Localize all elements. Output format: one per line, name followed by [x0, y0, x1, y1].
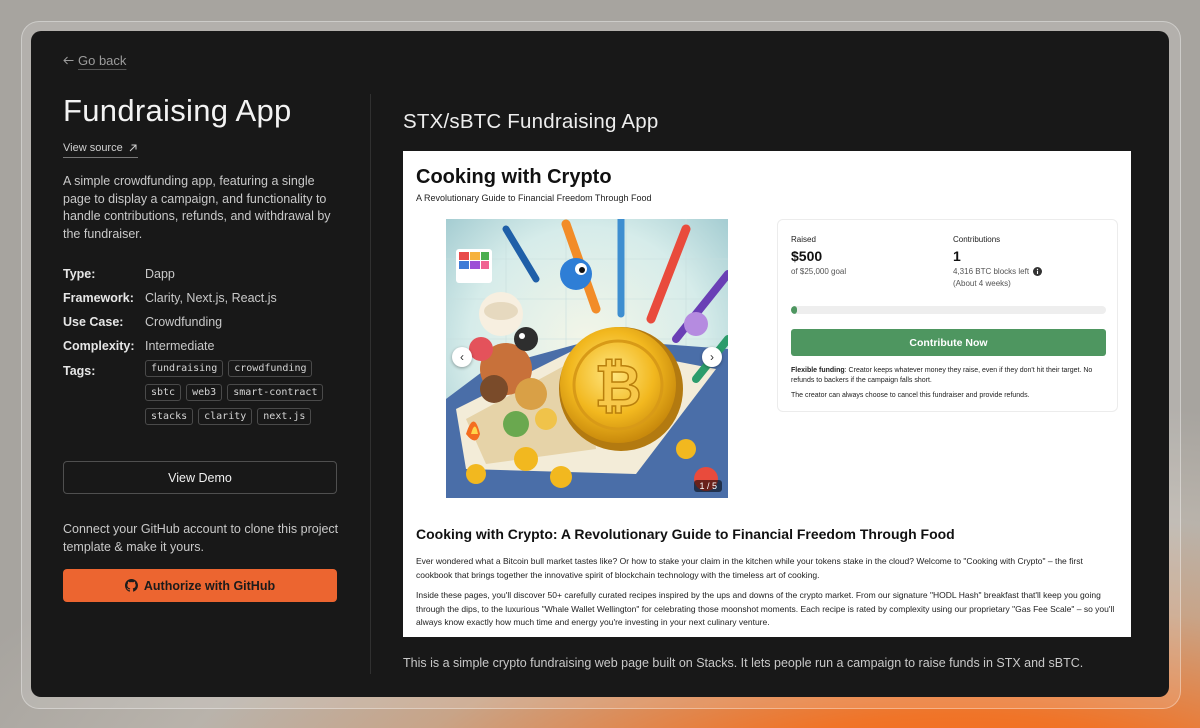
- view-source-label: View source: [63, 142, 123, 154]
- meta-key: Use Case:: [63, 315, 124, 329]
- contributions-label: Contributions: [953, 235, 1001, 244]
- article-paragraph: Inside these pages, you'll discover 50+ …: [416, 590, 1115, 627]
- time-left-text: (About 4 weeks): [953, 279, 1011, 288]
- contribute-now-button[interactable]: Contribute Now: [791, 329, 1106, 356]
- meta-value: Clarity, Next.js, React.js: [145, 291, 277, 305]
- raised-label: Raised: [791, 235, 816, 244]
- campaign-subtitle: A Revolutionary Guide to Financial Freed…: [416, 193, 652, 203]
- contributions-value: 1: [953, 248, 961, 264]
- meta-row-complexity: Complexity: Intermediate: [63, 334, 353, 358]
- carousel-next-button[interactable]: ›: [702, 347, 722, 367]
- info-icon[interactable]: [1033, 267, 1043, 276]
- project-meta: Type: Dapp Framework: Clarity, Next.js, …: [63, 262, 353, 425]
- tag: sbtc: [145, 384, 182, 401]
- tag: next.js: [257, 408, 312, 425]
- view-demo-button[interactable]: View Demo: [63, 461, 337, 494]
- go-back-label: Go back: [78, 53, 127, 68]
- funding-card: Raised $500 of $25,000 goal Contribution…: [777, 219, 1118, 412]
- column-divider: [370, 94, 371, 674]
- cancel-note: The creator can always choose to cancel …: [791, 392, 1030, 399]
- go-back-link[interactable]: Go back: [63, 53, 126, 68]
- preview-heading: STX/sBTC Fundraising App: [403, 110, 659, 133]
- carousel-prev-button[interactable]: ‹: [452, 347, 472, 367]
- tag-list: fundraising crowdfunding sbtc web3 smart…: [145, 360, 345, 425]
- raised-value: $500: [791, 248, 823, 264]
- tag: stacks: [145, 408, 194, 425]
- app-window: Go back Fundraising App View source A si…: [31, 31, 1169, 697]
- meta-value: Crowdfunding: [145, 315, 223, 329]
- meta-row-framework: Framework: Clarity, Next.js, React.js: [63, 286, 353, 310]
- flexible-funding-label: Flexible funding: [791, 367, 845, 374]
- chevron-left-icon: ‹: [460, 350, 464, 364]
- external-link-icon: [129, 144, 137, 152]
- flexible-funding-note: Flexible funding: Creator keeps whatever…: [791, 366, 1106, 386]
- view-source-link[interactable]: View source: [63, 142, 138, 158]
- campaign-image-carousel: ₿ ‹ › 1 / 5: [446, 219, 728, 498]
- project-description: A simple crowdfunding app, featuring a s…: [63, 174, 331, 241]
- tag: smart-contract: [227, 384, 324, 401]
- meta-value: Intermediate: [145, 339, 215, 353]
- goal-text: of $25,000 goal: [791, 267, 847, 276]
- connect-github-text: Connect your GitHub account to clone thi…: [63, 522, 339, 554]
- svg-text:₿: ₿: [594, 352, 641, 420]
- tag: crowdfunding: [228, 360, 313, 377]
- chevron-right-icon: ›: [710, 350, 714, 364]
- github-icon: [124, 579, 138, 592]
- tag: web3: [186, 384, 223, 401]
- meta-key: Complexity:: [63, 339, 135, 353]
- meta-row-tags: Tags: fundraising crowdfunding sbtc web3…: [63, 360, 353, 425]
- meta-key: Framework:: [63, 291, 134, 305]
- progress-fill: [791, 306, 798, 314]
- blocks-left-text: 4,316 BTC blocks left: [953, 267, 1030, 276]
- funding-progress-bar: [791, 306, 1106, 314]
- blocks-left-row: 4,316 BTC blocks left: [953, 267, 1043, 276]
- meta-row-use-case: Use Case: Crowdfunding: [63, 310, 353, 334]
- authorize-github-button[interactable]: Authorize with GitHub: [63, 569, 337, 602]
- page-title: Fundraising App: [63, 93, 292, 128]
- campaign-cover-image: ₿: [446, 219, 728, 498]
- meta-key: Tags:: [63, 364, 96, 378]
- preview-caption: This is a simple crypto fundraising web …: [403, 656, 1084, 670]
- meta-value: Dapp: [145, 267, 175, 281]
- carousel-indicator: 1 / 5: [694, 480, 722, 492]
- meta-key: Type:: [63, 267, 96, 281]
- authorize-label: Authorize with GitHub: [143, 578, 276, 593]
- tag: clarity: [198, 408, 253, 425]
- article-paragraph: Ever wondered what a Bitcoin bull market…: [416, 556, 1083, 580]
- campaign-title: Cooking with Crypto: [416, 166, 612, 188]
- app-preview-frame: Cooking with Crypto A Revolutionary Guid…: [403, 151, 1131, 637]
- article-title: Cooking with Crypto: A Revolutionary Gui…: [416, 526, 955, 542]
- arrow-left-icon: [63, 56, 74, 65]
- tag: fundraising: [145, 360, 224, 377]
- meta-row-type: Type: Dapp: [63, 262, 353, 286]
